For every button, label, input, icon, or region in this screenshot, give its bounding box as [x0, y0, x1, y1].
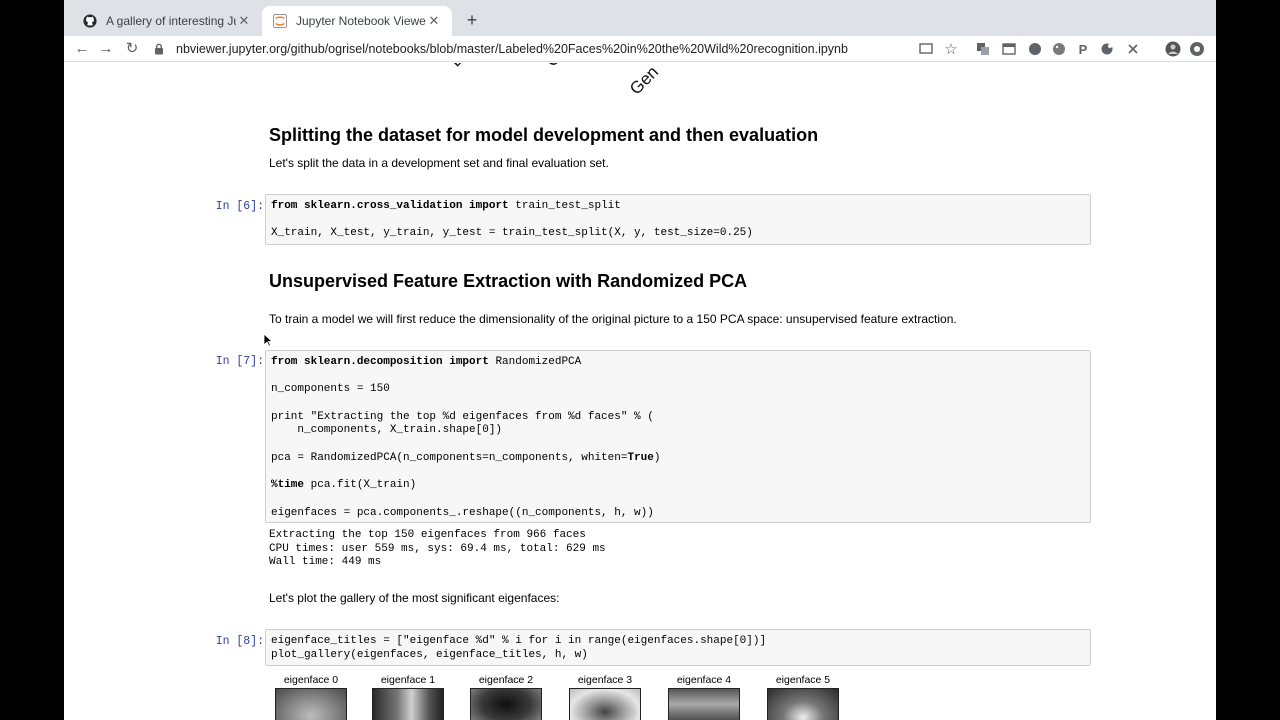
plot-tick-fragment: G: [542, 63, 566, 71]
tab-gallery[interactable]: A gallery of interesting Jupyte ✕: [72, 6, 262, 36]
profile-avatar-icon[interactable]: [1164, 40, 1182, 58]
jupyter-icon: [272, 13, 288, 29]
tab-nbviewer[interactable]: Jupyter Notebook Viewer ✕: [262, 6, 452, 36]
eigenface-tile: eigenface 0: [274, 674, 348, 720]
plot-tick-fragment: Gen: [626, 63, 663, 99]
translate-icon[interactable]: [974, 40, 992, 58]
menu-icon[interactable]: [1188, 40, 1206, 58]
extension-cookie-icon[interactable]: [1050, 40, 1068, 58]
section-text-split: Let's split the data in a development se…: [269, 156, 609, 170]
cell-output-line: Extracting the top 150 eigenfaces from 9…: [269, 529, 586, 541]
plot-tick-fragment: Do: [446, 63, 476, 71]
code-cell-7[interactable]: from sklearn.decomposition import Random…: [265, 350, 1091, 523]
code-line: %time pca.fit(X_train): [271, 479, 417, 492]
bookmark-star-icon[interactable]: ☆: [942, 40, 960, 58]
address-bar[interactable]: nbviewer.jupyter.org/github/ogrisel/note…: [154, 38, 954, 60]
cast-icon[interactable]: [917, 40, 935, 58]
code-cell-8[interactable]: eigenface_titles = ["eigenface %d" % i f…: [265, 629, 1091, 666]
eigenface-title: eigenface 1: [380, 674, 436, 686]
section-heading-pca: Unsupervised Feature Extraction with Ran…: [269, 271, 748, 291]
lock-icon: [154, 43, 168, 55]
eigenface-image: [767, 688, 839, 720]
browser-toolbar: ← → ↻ nbviewer.jupyter.org/github/ogrise…: [64, 36, 1216, 62]
code-line: n_components, X_train.shape[0]): [271, 424, 503, 437]
code-line: pca = RandomizedPCA(n_components=n_compo…: [271, 451, 661, 464]
tab-title: Jupyter Notebook Viewer: [296, 14, 426, 28]
browser-window: A gallery of interesting Jupyte ✕ Jupyte…: [64, 0, 1216, 720]
eigenface-image: [470, 688, 542, 720]
eigenface-tile: eigenface 3: [568, 674, 642, 720]
gallery-intro-text: Let's plot the gallery of the most signi…: [269, 591, 560, 605]
forward-button[interactable]: →: [96, 39, 116, 59]
eigenface-title: eigenface 0: [283, 674, 339, 686]
close-tab-icon[interactable]: ✕: [236, 13, 252, 29]
eigenface-image: [275, 688, 347, 720]
code-line: eigenface_titles = ["eigenface %d" % i f…: [271, 635, 767, 647]
cell-prompt: In [7]:: [215, 355, 264, 368]
section-text-pca: To train a model we will first reduce th…: [269, 312, 957, 326]
eigenface-tile: eigenface 1: [371, 674, 445, 720]
code-line: plot_gallery(eigenfaces, eigenface_title…: [271, 648, 588, 661]
section-heading-split: Splitting the dataset for model developm…: [269, 125, 819, 145]
eigenface-image: [372, 688, 444, 720]
extension-puzzle-icon[interactable]: [1098, 40, 1116, 58]
eigenface-image: [569, 688, 641, 720]
tab-strip: A gallery of interesting Jupyte ✕ Jupyte…: [64, 0, 1216, 36]
cell-output-line: Wall time: 449 ms: [269, 556, 382, 569]
extension-circle-icon[interactable]: [1026, 40, 1044, 58]
tab-title: A gallery of interesting Jupyte: [106, 14, 236, 28]
code-line: n_components = 150: [271, 383, 390, 396]
eigenface-image: [668, 688, 740, 720]
cell-prompt: In [6]:: [215, 200, 264, 213]
extensions-icon[interactable]: [1124, 40, 1142, 58]
new-tab-button[interactable]: +: [462, 10, 482, 30]
eigenface-tile: eigenface 5: [766, 674, 840, 720]
back-button[interactable]: ←: [72, 39, 92, 59]
eigenface-title: eigenface 3: [577, 674, 633, 686]
eigenface-title: eigenface 2: [478, 674, 534, 686]
code-cell-6[interactable]: from sklearn.cross_validation import tra…: [265, 194, 1091, 245]
eigenface-title: eigenface 4: [676, 674, 732, 686]
eigenface-tile: eigenface 2: [469, 674, 543, 720]
code-line: from sklearn.cross_validation import tra…: [271, 200, 621, 212]
cell-prompt: In [8]:: [215, 635, 264, 648]
eigenface-title: eigenface 5: [775, 674, 831, 686]
url-text: nbviewer.jupyter.org/github/ogrisel/note…: [176, 42, 848, 56]
eigenface-tile: eigenface 4: [667, 674, 741, 720]
close-tab-icon[interactable]: ✕: [426, 13, 442, 29]
code-line: print "Extracting the top %d eigenfaces …: [271, 410, 654, 423]
github-icon: [82, 13, 98, 29]
code-line: eigenfaces = pca.components_.reshape((n_…: [271, 506, 654, 519]
notebook-content: Do G Gen Splitting the dataset for model…: [64, 63, 1216, 720]
cell-output-line: CPU times: user 559 ms, sys: 69.4 ms, to…: [269, 542, 606, 555]
extension-window-icon[interactable]: [1000, 40, 1018, 58]
code-line: from sklearn.decomposition import Random…: [271, 356, 582, 368]
code-line: X_train, X_test, y_train, y_test = train…: [271, 227, 753, 240]
reload-button[interactable]: ↻: [122, 39, 142, 59]
extension-p-icon[interactable]: P: [1074, 40, 1092, 58]
mouse-cursor-icon: [263, 333, 273, 347]
